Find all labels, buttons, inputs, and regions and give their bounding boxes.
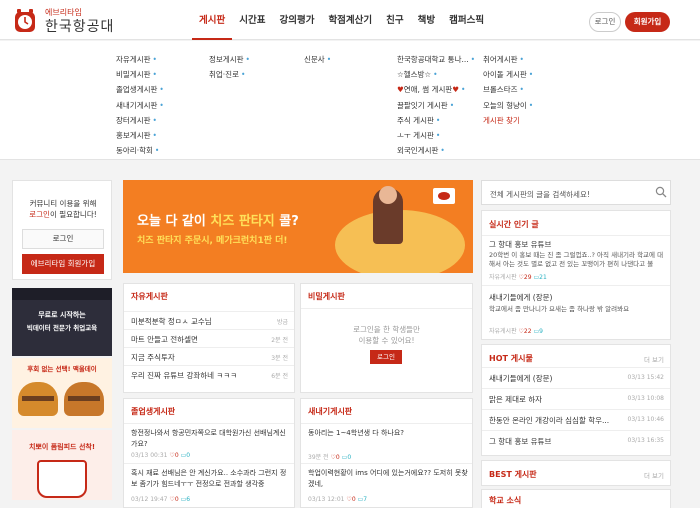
everytime-logo-icon[interactable] [12, 8, 38, 34]
menu-column-2: 정보게시판 • 취업·진로 • [209, 52, 250, 82]
login-required-message: 로그인을 한 학생들만 이용할 수 있어요! [353, 325, 420, 345]
secret-board-title[interactable]: 비밀게시판 [308, 291, 345, 302]
find-board-link[interactable]: 게시판 찾기 [483, 113, 533, 128]
school-name[interactable]: 한국항공대 [45, 16, 114, 36]
school-news-box: 학교 소식 [481, 489, 671, 508]
menu-column-5: 취어게시판 • 아이돌 게시판 • 브롤스타즈 • 오늘의 형냥이 • 게시판 찾기 [483, 52, 533, 128]
header-login-button[interactable]: 로그인 [589, 12, 621, 32]
menu-item[interactable]: 한국항공대학교 통나... • [397, 52, 475, 67]
post-preview[interactable]: 혹시 재료 선배님은 안 계신가요.. 소수과라 그런지 정보 좀기가 힘드네ㅜ… [131, 468, 291, 490]
list-item[interactable]: 한동안 온라인 개강이라 심심할 학우... 03/13 10:46 [482, 409, 670, 428]
ad-bigdata[interactable]: 무료로 시작하는 빅데이터 전문가 취업교육 [12, 288, 112, 356]
popular-post-body[interactable]: 학교에서 좀 만나니가 요새는 좀 하나랑 밖 알려봐요 [489, 305, 667, 314]
search-input[interactable]: 전체 게시판의 글을 검색하세요! [481, 180, 671, 205]
menu-item[interactable]: 비밀게시판 • [116, 67, 164, 82]
menu-item[interactable]: ㅗㅜ 게시판 • [397, 128, 475, 143]
search-placeholder: 전체 게시판의 글을 검색하세요! [490, 190, 590, 199]
ad-food[interactable]: 치뽀이 폼림피드 선착! [12, 430, 112, 500]
realtime-popular-title: 실시간 인기 글 [489, 220, 539, 229]
heart-icon: ♥ [397, 85, 404, 95]
menu-item[interactable]: 장터게시판 • [116, 113, 164, 128]
hot-posts-title[interactable]: HOT 게시물 [489, 353, 533, 364]
banner-subline: 치즈 판타지 주문시, 메가크런치1판 더! [137, 236, 288, 246]
board-menu: 자유게시판 • 비밀게시판 • 졸업생게시판 • 새내기게시판 • 장터게시판 • 홍보게… [0, 41, 700, 160]
secret-board-login-button[interactable]: 로그인 [370, 350, 402, 364]
best-more-link[interactable]: 더 보기 [644, 470, 664, 480]
hot-posts-box: HOT 게시물 더 보기 새내기들에게 (장문) 03/13 15:42 맑은 제… [481, 344, 671, 456]
sidebar-signup-button[interactable]: 에브리타임 회원가입 [22, 254, 104, 274]
graduate-board-title[interactable]: 졸업생게시판 [131, 406, 175, 417]
menu-item[interactable]: 취어게시판 • [483, 52, 533, 67]
menu-item[interactable]: 동아리·학회 • [116, 143, 164, 158]
menu-item[interactable]: 브롤스타즈 • [483, 82, 533, 97]
menu-column-1: 자유게시판 • 비밀게시판 • 졸업생게시판 • 새내기게시판 • 장터게시판 • 홍보게… [116, 52, 164, 158]
menu-item[interactable]: ☆헬스방☆ • [397, 67, 475, 82]
nav-timetable[interactable]: 시간표 [232, 0, 272, 40]
sidebar-login-button[interactable]: 로그인 [22, 229, 104, 249]
list-item[interactable]: 새내기들에게 (장문) 03/13 15:42 [482, 367, 670, 386]
list-item[interactable]: 미분적분학 정ㅁㅅ 교수님 방금 [124, 311, 294, 328]
list-item[interactable]: 우리 진짜 유튜브 강좌하네 ㅋㅋㅋ 6분 전 [124, 365, 294, 382]
main-nav: 게시판 시간표 강의평가 학점계산기 친구 책방 캠퍼스픽 [192, 0, 491, 40]
post-meta: 자유게시판 ♡22 ▭9 [489, 328, 543, 335]
menu-item[interactable]: 신문사 • [304, 52, 331, 67]
post-meta: 03/13 00:31 ♡0 ▭0 [131, 452, 191, 459]
free-board-title[interactable]: 자유게시판 [131, 291, 168, 302]
nav-bookstore[interactable]: 책방 [411, 0, 442, 40]
graduate-board-card: 졸업생게시판 항전정나와서 항공민자쪽으로 대학원가신 선배님계신가요? 03/… [123, 398, 295, 508]
post-preview[interactable]: 학업이력현황이 ims 어디에 있는거에요?? 도저히 못찾겠네, [308, 468, 468, 490]
login-prompt-box: 커뮤니티 이용을 위해 로그인이 필요합니다! 로그인 에브리타임 회원가입 [12, 180, 112, 280]
top-header: 에브리타임 한국항공대 게시판 시간표 강의평가 학점계산기 친구 책방 캠퍼스… [0, 0, 700, 40]
nav-lecture-review[interactable]: 강의평가 [272, 0, 321, 40]
menu-column-3: 신문사 • [304, 52, 331, 67]
menu-item[interactable]: 정보게시판 • [209, 52, 250, 67]
popular-post-body[interactable]: 20학번 이 홍보 때는 진 좀 그럴껍죠..? 아직 새내기라 학교에 대해서… [489, 251, 667, 269]
hot-more-link[interactable]: 더 보기 [644, 354, 664, 364]
heart-icon: ♥ [452, 85, 460, 95]
menu-item[interactable]: 졸업생게시판 • [116, 82, 164, 97]
list-item[interactable]: 마트 안들고 전하셀면 2분 전 [124, 329, 294, 346]
menu-item[interactable]: 주식 게시판 • [397, 113, 475, 128]
post-preview[interactable]: 동아리는 1~4학년생 다 하나요? [308, 428, 468, 439]
promo-banner[interactable]: 오늘 다 같이 치즈 판타지 콜? 치즈 판타지 주문시, 메가크런치1판 더! [123, 180, 473, 273]
menu-item[interactable]: 오늘의 형냥이 • [483, 98, 533, 113]
freshman-board-title[interactable]: 새내기게시판 [308, 406, 352, 417]
list-item[interactable]: 맑은 제대로 하자 03/13 10:08 [482, 388, 670, 407]
popular-post-title[interactable]: 그 항대 홍보 유튜브 [489, 239, 551, 250]
menu-column-4: 한국항공대학교 통나... • ☆헬스방☆ • ♥연애, 썸 게시판♥ • 끌팔잇기 … [397, 52, 475, 158]
nav-friends[interactable]: 친구 [379, 0, 410, 40]
menu-item[interactable]: 자유게시판 • [116, 52, 164, 67]
menu-item[interactable]: 홍보게시판 • [116, 128, 164, 143]
menu-item[interactable]: ♥연애, 썸 게시판♥ • [397, 82, 475, 97]
nav-board[interactable]: 게시판 [192, 0, 233, 40]
post-preview[interactable]: 항전정나와서 항공민자쪽으로 대학원가신 선배님계신가요? [131, 428, 291, 450]
menu-item[interactable]: 새내기게시판 • [116, 98, 164, 113]
menu-item[interactable]: 외국인게시판 • [397, 143, 475, 158]
banner-headline: 오늘 다 같이 치즈 판타지 콜? [137, 214, 299, 229]
list-item[interactable]: 지금 주식투자 3분 전 [124, 347, 294, 364]
best-board-box: BEST 게시판 더 보기 [481, 460, 671, 486]
login-prompt-text: 커뮤니티 이용을 위해 로그인이 필요합니다! [29, 199, 97, 219]
menu-item[interactable]: 취업·진로 • [209, 67, 250, 82]
post-meta: 03/12 19:47 ♡0 ▭6 [131, 496, 191, 503]
realtime-popular-box: 실시간 인기 글 그 항대 홍보 유튜브 20학번 이 홍보 때는 진 좀 그럴… [481, 210, 671, 340]
post-meta: 자유게시판 ♡29 ▭21 [489, 274, 547, 281]
list-item[interactable]: 그 항대 홍보 유튜브 03/13 16:35 [482, 430, 670, 449]
secret-board-card: 비밀게시판 로그인을 한 학생들만 이용할 수 있어요! 로그인 [300, 283, 473, 393]
ad-mcdonalds[interactable]: 후회 없는 선택! 맥올데이 [12, 358, 112, 428]
school-news-title[interactable]: 학교 소식 [489, 495, 521, 506]
freshman-board-card: 새내기게시판 동아리는 1~4학년생 다 하나요? 39분 전 ♡0 ▭0 학업… [300, 398, 473, 508]
popular-post-title[interactable]: 새내기들에게 (장문) [489, 292, 552, 303]
best-board-title[interactable]: BEST 게시판 [489, 469, 537, 480]
free-board-card: 자유게시판 미분적분학 정ㅁㅅ 교수님 방금 마트 안들고 전하셀면 2분 전 지금… [123, 283, 295, 393]
header-signup-button[interactable]: 회원가입 [625, 12, 670, 32]
nav-gpa-calculator[interactable]: 학점계산기 [321, 0, 379, 40]
menu-item[interactable]: 끌팔잇기 게시판 • [397, 98, 475, 113]
post-meta: 39분 전 ♡0 ▭0 [308, 454, 352, 461]
search-icon[interactable] [655, 186, 667, 198]
nav-campuspick[interactable]: 캠퍼스픽 [442, 0, 491, 40]
menu-item[interactable]: 아이돌 게시판 • [483, 67, 533, 82]
post-meta: 03/13 12:01 ♡0 ▭7 [308, 496, 368, 503]
